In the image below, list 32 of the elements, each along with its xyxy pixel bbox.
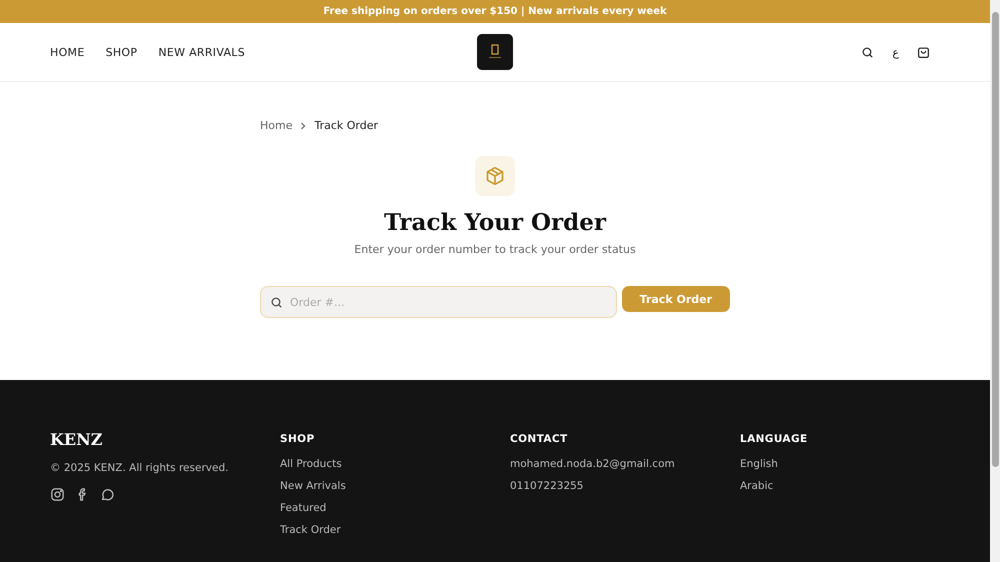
- search-icon: [270, 296, 283, 309]
- copyright-text: © 2025 KENZ. All rights reserved.: [50, 462, 230, 474]
- footer-heading: LANGUAGE: [740, 432, 809, 445]
- language-toggle[interactable]: ع: [892, 46, 899, 58]
- chat-bubble-icon[interactable]: [100, 487, 115, 502]
- scrollbar[interactable]: [990, 0, 1000, 562]
- footer-link[interactable]: New Arrivals: [280, 479, 510, 493]
- page-title: Track Your Order: [382, 209, 608, 236]
- logo-icon[interactable]: [477, 34, 513, 70]
- page-subtitle: Enter your order number to track your order status: [353, 243, 637, 256]
- breadcrumb-current: Track Order: [314, 119, 378, 132]
- nav-link[interactable]: HOME: [50, 46, 85, 58]
- footer-link[interactable]: Featured: [280, 501, 510, 515]
- announcement-text: Free shipping on orders over $150 | New arrivals every week: [323, 6, 667, 17]
- instagram-icon[interactable]: [50, 487, 65, 502]
- footer-heading: CONTACT: [510, 432, 569, 445]
- footer-link[interactable]: Arabic: [740, 479, 970, 493]
- chevron-icon: [300, 122, 306, 130]
- package-icon: [485, 166, 505, 186]
- footer-link[interactable]: English: [740, 457, 970, 471]
- footer-link[interactable]: All Products: [280, 457, 510, 471]
- breadcrumb-link[interactable]: Home: [260, 119, 292, 132]
- nav-link[interactable]: NEW ARRIVALS: [158, 46, 245, 58]
- footer-link[interactable]: 01107223255: [510, 479, 740, 493]
- shopping-bag-icon[interactable]: [917, 46, 930, 58]
- footer-link[interactable]: mohamed.noda.b2@gmail.com: [510, 457, 740, 471]
- order-number-field[interactable]: Order #...: [260, 286, 617, 318]
- nav-link[interactable]: SHOP: [106, 46, 138, 58]
- search-icon[interactable]: [861, 46, 874, 58]
- footer-link[interactable]: Track Order: [280, 523, 510, 537]
- footer-heading: SHOP: [280, 432, 316, 445]
- footer-brand: KENZ: [50, 430, 104, 449]
